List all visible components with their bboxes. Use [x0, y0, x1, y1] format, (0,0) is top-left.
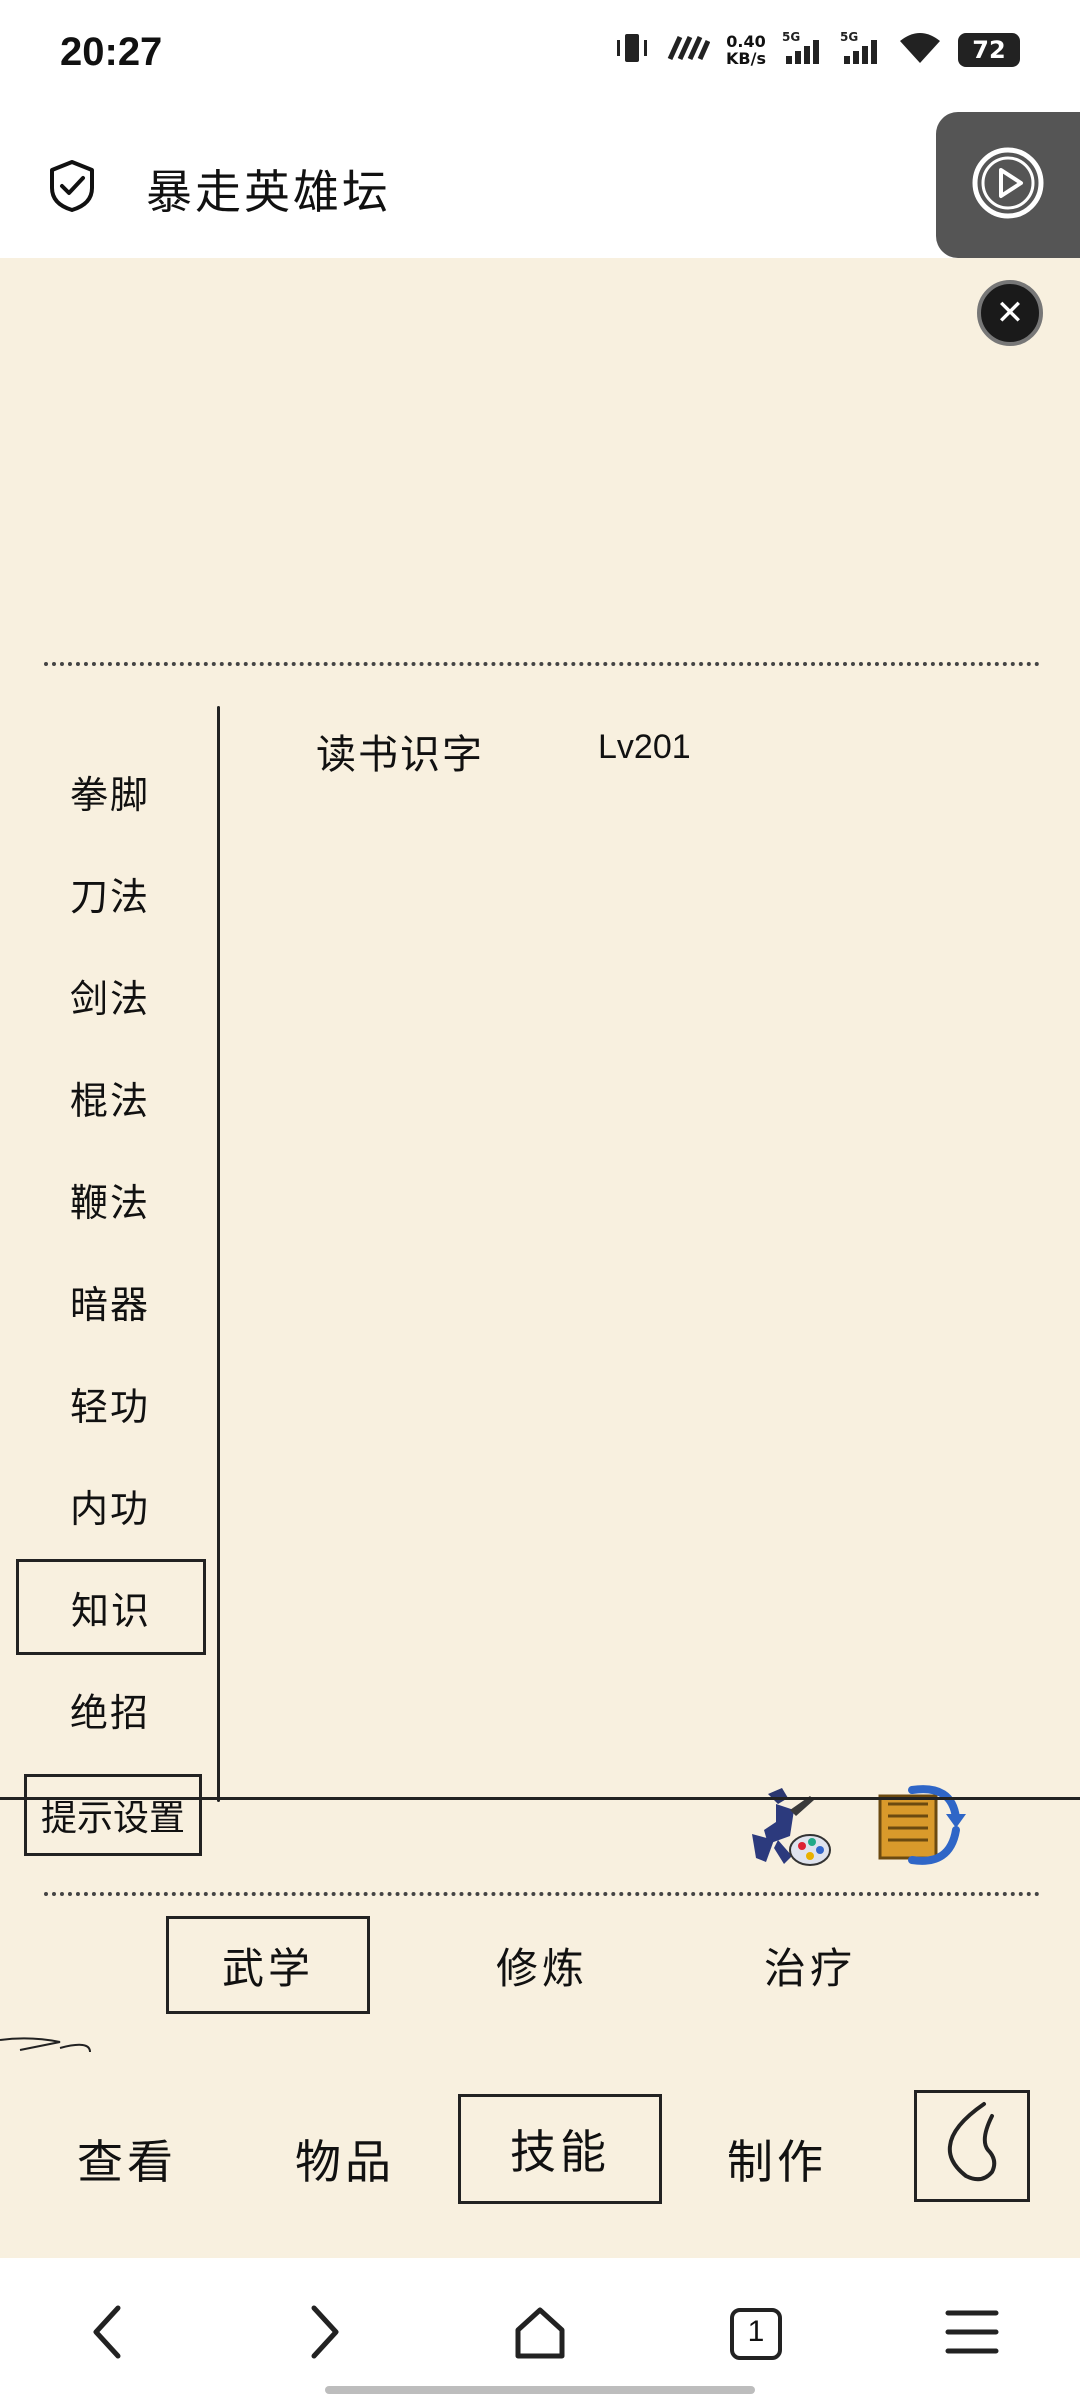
subtab-xiulian[interactable]: 修炼: [440, 1916, 644, 2014]
menu-back-button[interactable]: [914, 2090, 1030, 2202]
title-bar: 暴走英雄坛: [0, 112, 1080, 258]
hd-icon: [666, 33, 711, 67]
category-gunfa[interactable]: 棍法: [30, 1058, 190, 1136]
network-speed-unit: KB/s: [726, 49, 766, 68]
network-speed-value: 0.40: [726, 32, 766, 51]
category-zhishi[interactable]: 知识: [16, 1559, 206, 1655]
nav-zhizuo[interactable]: 制作: [702, 2104, 852, 2214]
dotted-divider-top: [44, 662, 1040, 666]
category-qinggong[interactable]: 轻功: [30, 1364, 190, 1442]
browser-back-button[interactable]: [68, 2294, 148, 2374]
curved-back-icon: [932, 2096, 1012, 2197]
ink-brush-decoration: [0, 2030, 1080, 2060]
category-quanjiao[interactable]: 拳脚: [30, 752, 190, 830]
bottom-rule: [0, 1797, 1080, 1800]
chevron-left-icon: [88, 2302, 128, 2366]
status-icons: 0.40 KB/s 5G 5G 72: [614, 30, 1020, 70]
close-icon: ✕: [995, 293, 1025, 333]
nav-chakan[interactable]: 查看: [52, 2104, 202, 2214]
category-anqi[interactable]: 暗器: [30, 1262, 190, 1340]
chevron-right-icon: [304, 2302, 344, 2366]
hint-settings-button[interactable]: 提示设置: [24, 1774, 202, 1856]
home-indicator: [325, 2386, 755, 2394]
home-icon: [510, 2302, 570, 2366]
category-divider: [217, 706, 220, 1802]
game-area: ✕ 拳脚 刀法 剑法 棍法 鞭法 暗器 轻功 内功 知识 绝招 提示设置 读书识…: [0, 258, 1080, 2058]
category-neigong[interactable]: 内功: [30, 1466, 190, 1544]
status-time: 20:27: [60, 30, 163, 74]
tabs-icon: 1: [728, 2306, 784, 2362]
svg-text:5G: 5G: [782, 30, 800, 44]
browser-nav-bar: 1: [0, 2258, 1080, 2400]
bottom-nav: 查看 物品 技能 制作: [0, 2058, 1080, 2258]
dotted-divider-bottom: [44, 1892, 1040, 1896]
browser-menu-button[interactable]: [932, 2294, 1012, 2374]
category-jianfa[interactable]: 剑法: [30, 956, 190, 1034]
svg-text:5G: 5G: [840, 30, 858, 44]
category-juezhao[interactable]: 绝招: [30, 1670, 190, 1748]
play-circle-icon: [970, 145, 1046, 225]
browser-forward-button[interactable]: [284, 2294, 364, 2374]
subtab-zhiliao[interactable]: 治疗: [708, 1916, 912, 2014]
tab-count: 1: [747, 2315, 765, 2348]
warrior-palette-icon[interactable]: [738, 1774, 838, 1874]
category-bianfa[interactable]: 鞭法: [30, 1160, 190, 1238]
wifi-icon: [898, 31, 942, 69]
network-speed: 0.40 KB/s: [726, 33, 766, 67]
book-swap-icon[interactable]: [872, 1774, 972, 1874]
browser-tabs-button[interactable]: 1: [716, 2294, 796, 2374]
vibrate-icon: [614, 31, 650, 69]
shield-check-icon[interactable]: [44, 158, 100, 214]
signal-5g-icon-2: 5G: [840, 30, 882, 70]
skill-level: Lv201: [598, 728, 691, 766]
floating-play-button[interactable]: [936, 112, 1080, 258]
signal-5g-icon-1: 5G: [782, 30, 824, 70]
skill-name[interactable]: 读书识字: [316, 722, 484, 780]
page-title: 暴走英雄坛: [146, 165, 391, 219]
status-bar: 20:27 0.40 KB/s 5G 5G 72: [0, 0, 1080, 112]
battery-indicator: 72: [958, 33, 1020, 67]
close-button[interactable]: ✕: [977, 280, 1043, 346]
category-daofa[interactable]: 刀法: [30, 854, 190, 932]
menu-icon: [944, 2307, 1000, 2361]
browser-home-button[interactable]: [500, 2294, 580, 2374]
nav-wupin[interactable]: 物品: [270, 2104, 420, 2214]
subtab-wuxue[interactable]: 武学: [166, 1916, 370, 2014]
nav-jineng[interactable]: 技能: [458, 2094, 662, 2204]
